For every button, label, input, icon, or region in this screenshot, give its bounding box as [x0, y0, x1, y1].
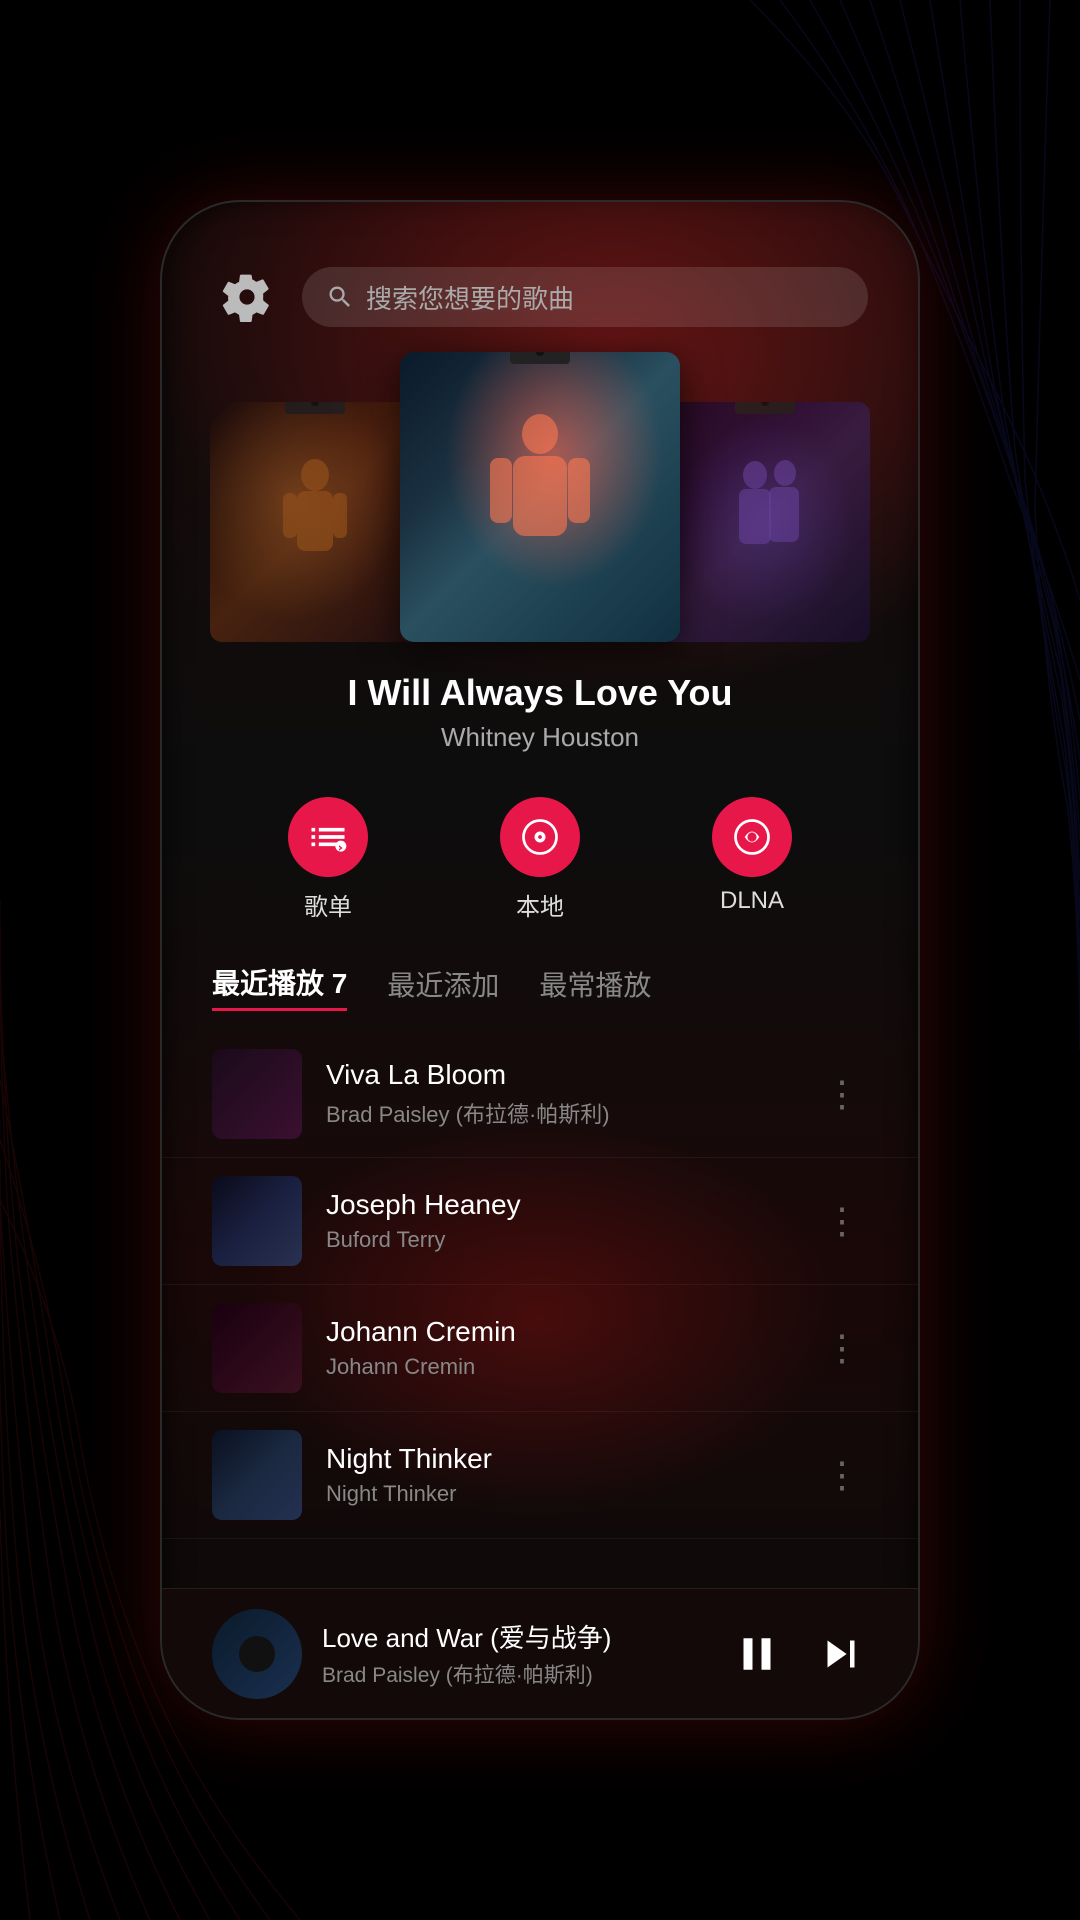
nav-local-label: 本地 [516, 887, 564, 922]
nav-playlist-label: 歌单 [304, 887, 352, 922]
dlna-icon [730, 815, 774, 859]
song-thumb-3 [212, 1303, 302, 1393]
next-button[interactable] [814, 1627, 868, 1681]
song-item-4[interactable]: Night Thinker Night Thinker ⋮ [162, 1412, 918, 1539]
next-icon [814, 1627, 868, 1681]
local-icon [518, 815, 562, 859]
playlist-icon-circle [288, 797, 368, 877]
album-card-left[interactable] [210, 402, 420, 642]
song-artist-2: Buford Terry [326, 1227, 792, 1253]
song-artist-1: Brad Paisley (布拉德·帕斯利) [326, 1097, 792, 1129]
album-card-right[interactable] [660, 402, 870, 642]
search-bar[interactable]: 搜索您想要的歌曲 [302, 267, 868, 327]
tabs-bar: 最近播放 7 最近添加 最常播放 [162, 952, 918, 1031]
vinyl-top-right [735, 402, 795, 414]
song-info-3: Johann Cremin Johann Cremin [326, 1316, 792, 1380]
tab-most-played[interactable]: 最常播放 [539, 964, 651, 1010]
vinyl-top-left [285, 402, 345, 414]
more-button-1[interactable]: ⋮ [816, 1065, 868, 1123]
album-person-center [400, 352, 680, 642]
song-info-4: Night Thinker Night Thinker [326, 1443, 792, 1507]
tab-recent[interactable]: 最近播放 7 [212, 962, 347, 1011]
album-person-right [660, 402, 870, 642]
song-item-3[interactable]: Johann Cremin Johann Cremin ⋮ [162, 1285, 918, 1412]
local-icon-circle [500, 797, 580, 877]
now-playing-title: I Will Always Love You [162, 672, 918, 714]
pause-icon [730, 1627, 784, 1681]
dlna-icon-circle [712, 797, 792, 877]
album-carousel [162, 352, 918, 662]
player-thumbnail [212, 1609, 302, 1699]
gear-icon [221, 271, 273, 323]
song-thumb-4 [212, 1430, 302, 1520]
song-artist-4: Night Thinker [326, 1481, 792, 1507]
nav-dlna-label: DLNA [720, 887, 784, 915]
settings-button[interactable] [212, 262, 282, 332]
song-info-2: Joseph Heaney Buford Terry [326, 1189, 792, 1253]
search-placeholder: 搜索您想要的歌曲 [366, 279, 574, 316]
song-thumb-2 [212, 1176, 302, 1266]
song-title-3: Johann Cremin [326, 1316, 792, 1348]
song-artist-3: Johann Cremin [326, 1354, 792, 1380]
player-bar[interactable]: Love and War (爱与战争) Brad Paisley (布拉德·帕斯… [162, 1588, 918, 1718]
player-title: Love and War (爱与战争) [322, 1618, 710, 1655]
song-title-1: Viva La Bloom [326, 1059, 792, 1091]
song-title-4: Night Thinker [326, 1443, 792, 1475]
song-item-1[interactable]: Viva La Bloom Brad Paisley (布拉德·帕斯利) ⋮ [162, 1031, 918, 1158]
album-person-left [210, 402, 420, 642]
song-title-2: Joseph Heaney [326, 1189, 792, 1221]
nav-local[interactable]: 本地 [500, 797, 580, 922]
now-playing-artist: Whitney Houston [162, 722, 918, 753]
player-controls [730, 1627, 868, 1681]
player-info: Love and War (爱与战争) Brad Paisley (布拉德·帕斯… [322, 1618, 710, 1689]
phone-shell: 搜索您想要的歌曲 [160, 200, 920, 1720]
more-button-2[interactable]: ⋮ [816, 1192, 868, 1250]
now-playing-info: I Will Always Love You Whitney Houston [162, 662, 918, 777]
nav-icons: 歌单 本地 [162, 777, 918, 952]
song-info-1: Viva La Bloom Brad Paisley (布拉德·帕斯利) [326, 1059, 792, 1129]
nav-dlna[interactable]: DLNA [712, 797, 792, 922]
more-button-3[interactable]: ⋮ [816, 1319, 868, 1377]
pause-button[interactable] [730, 1627, 784, 1681]
song-item-2[interactable]: Joseph Heaney Buford Terry ⋮ [162, 1158, 918, 1285]
tab-recently-added[interactable]: 最近添加 [387, 964, 499, 1010]
song-thumb-1 [212, 1049, 302, 1139]
phone-content: 搜索您想要的歌曲 [162, 202, 918, 1718]
song-list: Viva La Bloom Brad Paisley (布拉德·帕斯利) ⋮ J… [162, 1031, 918, 1588]
album-card-center[interactable] [400, 352, 680, 642]
playlist-icon [306, 815, 350, 859]
vinyl-top-center [510, 352, 570, 364]
nav-playlist[interactable]: 歌单 [288, 797, 368, 922]
search-icon [326, 283, 354, 311]
player-artist: Brad Paisley (布拉德·帕斯利) [322, 1659, 710, 1689]
header: 搜索您想要的歌曲 [162, 202, 918, 352]
more-button-4[interactable]: ⋮ [816, 1446, 868, 1504]
